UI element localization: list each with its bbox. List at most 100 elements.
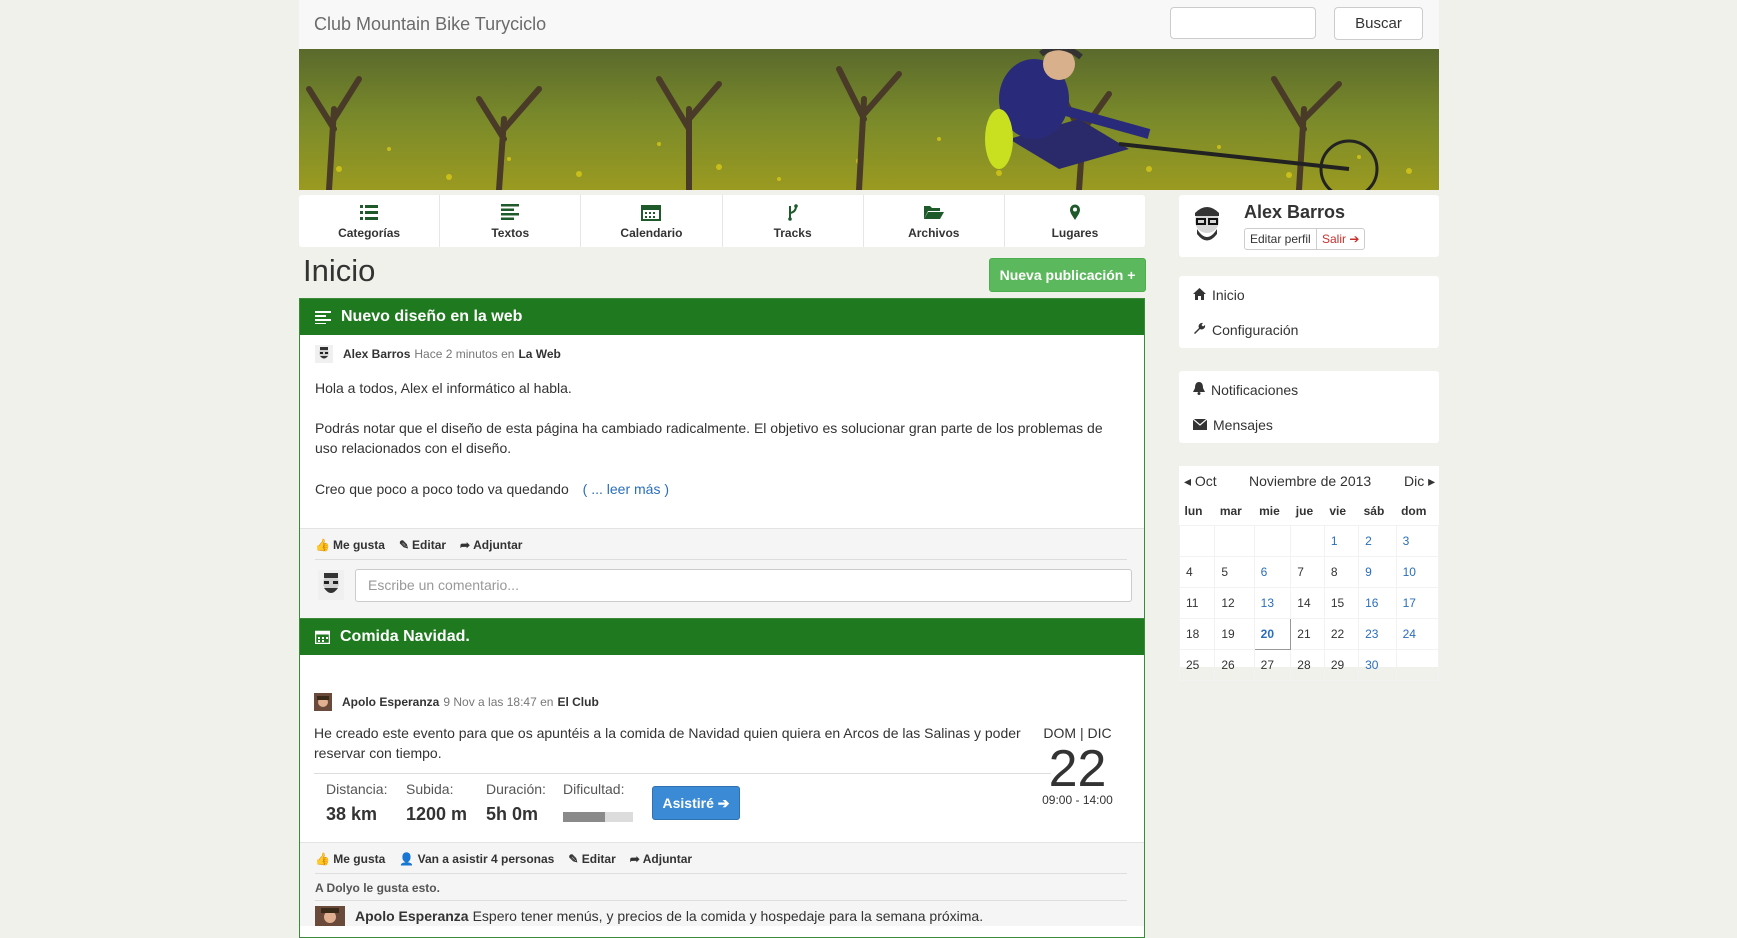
nav-tab-archivos[interactable]: Archivos bbox=[864, 195, 1005, 247]
like-button[interactable]: 👍 Me gusta bbox=[315, 852, 385, 866]
distance-value: 38 km bbox=[326, 804, 378, 824]
home-icon bbox=[1193, 287, 1206, 303]
avatar[interactable] bbox=[315, 906, 345, 926]
edit-profile-button[interactable]: Editar perfil bbox=[1244, 228, 1317, 250]
divider bbox=[315, 559, 1127, 560]
post-title[interactable]: Comida Navidad. bbox=[340, 619, 470, 655]
post-category[interactable]: La Web bbox=[518, 347, 560, 361]
caret-right-icon: ▸ bbox=[1428, 473, 1436, 489]
calendar-icon bbox=[315, 630, 330, 644]
nav-tab-lugares[interactable]: Lugares bbox=[1005, 195, 1145, 247]
nav-tab-calendario[interactable]: Calendario bbox=[581, 195, 723, 247]
edit-button[interactable]: ✎ Editar bbox=[568, 852, 615, 866]
attach-button[interactable]: ➦ Adjuntar bbox=[460, 538, 522, 552]
calendar-day[interactable]: 17 bbox=[1395, 587, 1440, 619]
post-header: Comida Navidad. bbox=[300, 619, 1144, 655]
menu-item-label: Configuración bbox=[1212, 322, 1299, 338]
calendar-day[interactable]: 2 bbox=[1358, 525, 1397, 557]
route-icon bbox=[723, 203, 863, 223]
calendar-day[interactable]: 6 bbox=[1253, 556, 1292, 588]
comment-item: Apolo Esperanza Espero tener menús, y pr… bbox=[315, 906, 983, 926]
calendar-day[interactable]: 30 bbox=[1358, 649, 1397, 681]
page: Club Mountain Bike Turyciclo Buscar Cate… bbox=[299, 0, 1440, 938]
post-time: Hace 2 minutos en bbox=[414, 347, 515, 361]
duration-label: Duración: bbox=[486, 781, 546, 797]
like-button[interactable]: 👍 Me gusta bbox=[315, 538, 385, 552]
avatar[interactable] bbox=[1189, 201, 1225, 253]
search-button[interactable]: Buscar bbox=[1334, 7, 1423, 40]
calendar-week: 18 19 20 21 22 23 24 bbox=[1178, 618, 1440, 650]
avatar[interactable] bbox=[315, 345, 333, 363]
attend-button[interactable]: Asistiré ➔ bbox=[652, 786, 740, 820]
calendar-day[interactable]: 23 bbox=[1358, 618, 1397, 650]
calendar-empty-cell bbox=[1253, 525, 1292, 557]
post-author[interactable]: Alex Barros bbox=[343, 347, 410, 361]
post-excerpt: Creo que poco a poco todo va quedando bbox=[315, 481, 569, 497]
attendees-label: Van a asistir 4 personas bbox=[417, 852, 555, 866]
envelope-icon bbox=[1192, 417, 1208, 433]
nav-tab-label: Archivos bbox=[908, 226, 960, 240]
calendar-prev-month[interactable]: ◂ Oct bbox=[1184, 473, 1217, 490]
sign-out-icon: ➔ bbox=[1349, 232, 1360, 246]
avatar[interactable] bbox=[314, 693, 332, 711]
event-description: He creado este evento para que os apunté… bbox=[314, 725, 1021, 761]
menu-item-inicio[interactable]: Inicio bbox=[1193, 287, 1245, 303]
read-more-link[interactable]: ( ... leer más ) bbox=[583, 481, 669, 497]
post-title[interactable]: Nuevo diseño en la web bbox=[341, 299, 522, 335]
calendar-day[interactable]: 24 bbox=[1395, 618, 1440, 650]
profile-name[interactable]: Alex Barros bbox=[1244, 202, 1345, 223]
likes-summary: A Dolyo le gusta esto. bbox=[315, 881, 440, 895]
menu-item-mensajes[interactable]: Mensajes bbox=[1192, 417, 1273, 433]
search-input[interactable] bbox=[1170, 7, 1316, 39]
calendar-weekday: jue bbox=[1295, 503, 1314, 518]
post-paragraph: Hola a todos, Alex el informático al hab… bbox=[315, 380, 572, 396]
like-label: Me gusta bbox=[333, 852, 386, 866]
post-header: Nuevo diseño en la web bbox=[300, 299, 1144, 335]
menu-item-notificaciones[interactable]: Notificaciones bbox=[1193, 382, 1298, 398]
calendar-day[interactable]: 16 bbox=[1358, 587, 1397, 619]
site-title[interactable]: Club Mountain Bike Turyciclo bbox=[314, 14, 546, 35]
post-actions: 👍 Me gusta 👤 Van a asistir 4 personas ✎ … bbox=[300, 842, 1144, 926]
nav-tab-textos[interactable]: Textos bbox=[440, 195, 582, 247]
difficulty-meter bbox=[563, 812, 633, 822]
align-left-icon bbox=[315, 310, 331, 324]
nav-tab-tracks[interactable]: Tracks bbox=[723, 195, 864, 247]
post-paragraph: Podrás notar que el diseño de esta págin… bbox=[315, 420, 1103, 456]
attach-button[interactable]: ➦ Adjuntar bbox=[630, 852, 692, 866]
calendar-prev-label: Oct bbox=[1194, 473, 1217, 489]
calendar-next-month[interactable]: Dic ▸ bbox=[1404, 473, 1435, 490]
menu-item-configuracion[interactable]: Configuración bbox=[1193, 322, 1298, 338]
calendar-day[interactable]: 1 bbox=[1323, 525, 1360, 557]
post-category[interactable]: El Club bbox=[557, 695, 598, 709]
nav-tab-categorias[interactable]: Categorías bbox=[299, 195, 441, 247]
calendar-day[interactable]: 10 bbox=[1395, 556, 1440, 588]
climb-value: 1200 m bbox=[406, 804, 468, 824]
edit-label: Editar bbox=[412, 538, 447, 552]
post-author[interactable]: Apolo Esperanza bbox=[342, 695, 439, 709]
calendar-weekday: dom bbox=[1401, 503, 1427, 518]
comment-input[interactable]: Escribe un comentario... bbox=[355, 569, 1132, 602]
calendar-day[interactable]: 3 bbox=[1395, 525, 1440, 557]
thumbs-up-icon: 👍 bbox=[315, 538, 330, 552]
calendar-widget: ◂ Oct Noviembre de 2013 Dic ▸ lun mar mie j… bbox=[1178, 466, 1440, 681]
nav-tab-label: Lugares bbox=[1051, 226, 1099, 240]
share-icon: ➦ bbox=[460, 538, 471, 552]
edit-button[interactable]: ✎ Editar bbox=[399, 538, 446, 552]
attend-label: Asistiré bbox=[662, 795, 714, 811]
calendar-day[interactable]: 20 bbox=[1253, 618, 1292, 650]
calendar-day: 26 bbox=[1214, 649, 1255, 681]
calendar-weekdays: lun mar mie jue vie sáb dom bbox=[1180, 496, 1439, 526]
difficulty-label: Dificultad: bbox=[563, 781, 625, 797]
comment-author[interactable]: Apolo Esperanza bbox=[355, 908, 469, 924]
list-icon bbox=[299, 203, 439, 223]
calendar-day[interactable]: 9 bbox=[1358, 556, 1397, 588]
logout-button[interactable]: Salir ➔ bbox=[1317, 228, 1366, 250]
calendar-day: 18 bbox=[1178, 618, 1216, 650]
calendar-weekday: sáb bbox=[1363, 503, 1385, 518]
comment-text: Espero tener menús, y precios de la comi… bbox=[472, 908, 984, 924]
new-post-button[interactable]: Nueva publicación + bbox=[989, 258, 1146, 292]
calendar-day: 19 bbox=[1214, 618, 1255, 650]
attendees-button[interactable]: 👤 Van a asistir 4 personas bbox=[399, 852, 554, 866]
like-label: Me gusta bbox=[332, 538, 385, 552]
calendar-day[interactable]: 13 bbox=[1253, 587, 1292, 619]
